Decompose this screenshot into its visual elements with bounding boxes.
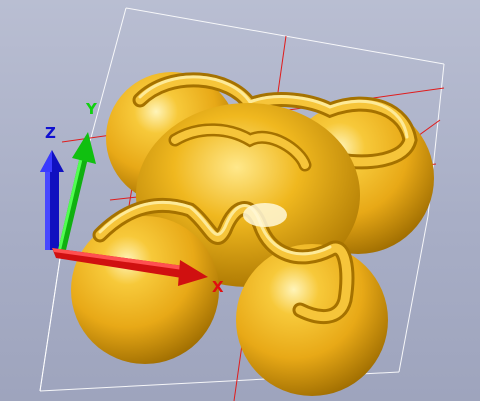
3d-model[interactable] — [71, 72, 434, 396]
bounding-box-front — [39, 244, 63, 392]
z-axis-label: Z — [45, 124, 56, 142]
y-axis-label: Y — [85, 100, 98, 118]
sphere-front-left — [71, 216, 219, 364]
3d-viewport[interactable]: Z Y X — [0, 0, 480, 401]
z-axis-arrow: Z — [40, 124, 64, 250]
scene[interactable]: Z Y X — [0, 0, 480, 401]
y-axis-arrow: Y — [58, 100, 98, 250]
x-axis-label: X — [212, 278, 224, 296]
